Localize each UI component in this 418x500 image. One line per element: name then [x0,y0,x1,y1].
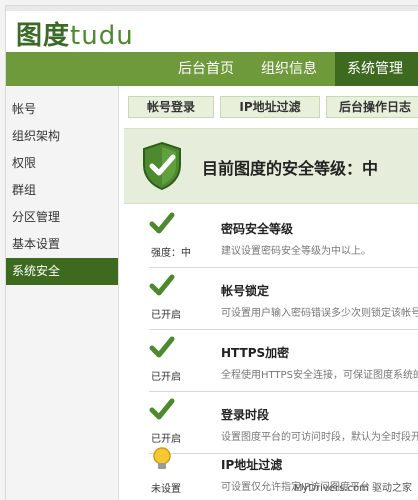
logo-bar: 图度tudu [6,11,418,51]
security-level-panel: 目前图度的安全等级：中 [124,128,418,204]
setting-name[interactable]: 密码安全等级 [221,220,293,237]
status-text: 未设置 [151,484,181,495]
tab-org-info[interactable]: 组织信息 [251,52,327,86]
logo-cn-text: 图度 [16,21,71,51]
check-icon [149,336,175,358]
setting-name[interactable]: 登录时段 [221,406,269,423]
security-level-title: 目前图度的安全等级：中 [202,159,379,178]
setting-description: 可设置用户输入密码错误多少次则锁定该帐号 [221,308,418,319]
tab-admin-home[interactable]: 后台首页 [168,52,244,86]
sidebar-item-groups[interactable]: 群组 [6,177,118,204]
check-icon [149,274,175,296]
setting-description: 设置图度平台的可访问时段，默认为全时段开 [221,432,418,443]
status-text: 已开启 [151,310,181,321]
logo-en-text: tudu [70,21,134,51]
check-icon [149,212,175,234]
sub-tabs: 帐号登录 IP地址过滤 后台操作日志 [128,96,418,118]
watermark: MyDrivers.com 驱动之家 [293,483,412,494]
sidebar-item-system-security[interactable]: 系统安全 [6,258,118,285]
bulb-icon [153,447,171,469]
status-text: 已开启 [151,372,181,383]
tudu-logo[interactable]: 图度tudu [16,15,134,52]
subtab-account-login[interactable]: 帐号登录 [128,96,214,118]
subtab-ip-filter[interactable]: IP地址过滤 [220,96,320,118]
status-text: 强度：中 [151,248,191,259]
check-icon [149,398,175,420]
sidebar: 帐号 组织架构 权限 群组 分区管理 基本设置 系统安全 [6,86,119,500]
admin-window: 图度tudu 后台首页 组织信息 系统管理 帐号 组织架构 权限 群组 分区管理… [5,5,418,500]
sidebar-item-account[interactable]: 帐号 [6,96,118,123]
setting-description: 建议设置密码安全等级为中以上。 [221,246,371,257]
list-item: 强度：中 密码安全等级 建议设置密码安全等级为中以上。 [149,206,418,268]
shield-check-icon [143,141,181,191]
subtab-admin-log[interactable]: 后台操作日志 [326,96,418,118]
setting-name[interactable]: HTTPS加密 [221,344,289,361]
setting-name[interactable]: 帐号锁定 [221,282,269,299]
sidebar-item-partition[interactable]: 分区管理 [6,204,118,231]
sidebar-item-org-structure[interactable]: 组织架构 [6,123,118,150]
sidebar-item-permissions[interactable]: 权限 [6,150,118,177]
list-item: 已开启 HTTPS加密 全程使用HTTPS安全连接，可保证图度系统的 [149,330,418,392]
tab-system-management[interactable]: 系统管理 [335,52,418,86]
sidebar-item-basic-settings[interactable]: 基本设置 [6,231,118,258]
main-nav: 后台首页 组织信息 系统管理 [6,52,418,86]
list-item: 已开启 帐号锁定 可设置用户输入密码错误多少次则锁定该帐号 [149,268,418,330]
setting-description: 全程使用HTTPS安全连接，可保证图度系统的 [221,370,418,381]
setting-name[interactable]: IP地址过滤 [221,456,282,473]
